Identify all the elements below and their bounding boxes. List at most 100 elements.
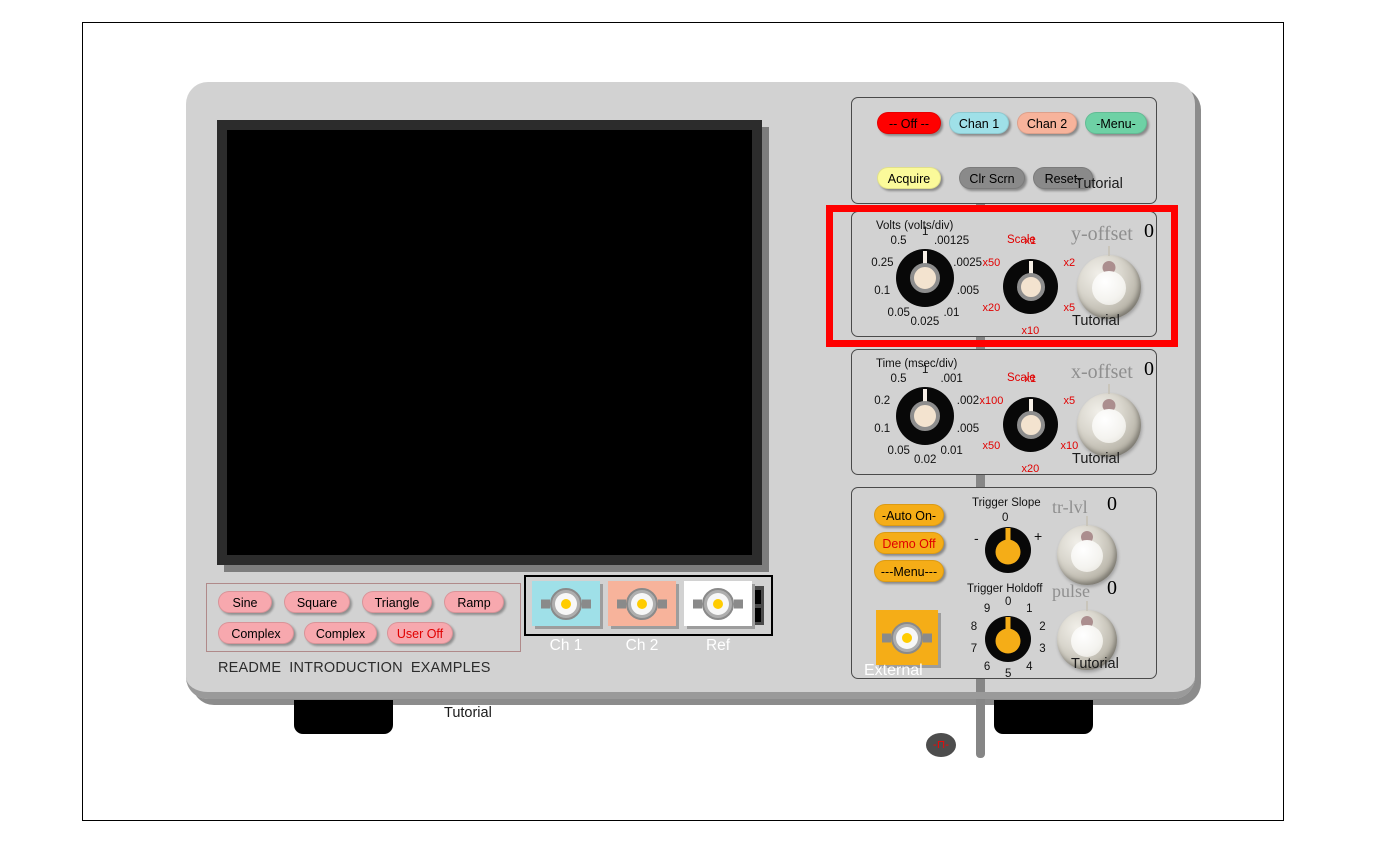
external-label: External xyxy=(864,662,923,679)
x-offset-stem xyxy=(1108,384,1110,394)
bnc-connector-icon xyxy=(617,584,667,624)
bnc-ch2-label: Ch 2 xyxy=(625,637,659,654)
foot-left xyxy=(294,700,393,734)
trigger-holdoff-knob[interactable] xyxy=(985,616,1031,662)
pulse-shape-button[interactable]: -⊓- xyxy=(926,733,956,757)
bnc-slot-icon xyxy=(751,586,764,625)
tick-label: 0.1 xyxy=(874,422,891,435)
triangle-button[interactable]: Triangle xyxy=(362,591,432,613)
pulse-stem xyxy=(1086,601,1088,611)
bnc-connector-icon xyxy=(693,584,743,624)
tick-label: .005 xyxy=(956,422,980,435)
demo-off-button[interactable]: Demo Off xyxy=(874,532,944,554)
page-root: Sine Square Triangle Ramp Complex Complex Use… xyxy=(0,0,1395,846)
trigger-slope-knob[interactable] xyxy=(985,527,1031,573)
bnc-ref-label: Ref xyxy=(705,637,731,654)
tr-lvl-cap xyxy=(1071,540,1103,573)
user-off-button[interactable]: User Off xyxy=(387,622,453,644)
highlight-rectangle xyxy=(826,205,1178,347)
doc-link-readme[interactable]: README xyxy=(218,660,281,676)
control-tutorial-link[interactable]: Tutorial xyxy=(1075,176,1123,192)
tick-label: 0.2 xyxy=(874,395,891,408)
external-bnc-connector xyxy=(882,618,932,658)
menu-button[interactable]: -Menu- xyxy=(1085,112,1147,134)
waveform-tutorial-link[interactable]: Tutorial xyxy=(444,705,492,721)
tick-label: 0 xyxy=(1005,596,1012,608)
tr-lvl-knob[interactable] xyxy=(1057,516,1117,585)
complex-1-button[interactable]: Complex xyxy=(218,622,294,644)
trigger-tutorial-link[interactable]: Tutorial xyxy=(1071,656,1119,672)
ramp-button[interactable]: Ramp xyxy=(444,591,504,613)
tick-label: 2 xyxy=(1039,620,1046,633)
doc-links: README INTRODUCTION EXAMPLES xyxy=(218,660,499,676)
bnc-ref[interactable] xyxy=(684,581,752,626)
trigger-panel: -Auto On- Demo Off ---Menu--- External Tri… xyxy=(851,487,1157,680)
tick-label: 0.01 xyxy=(940,445,963,458)
tick-label: 6 xyxy=(983,661,991,674)
bnc-ch1-label: Ch 1 xyxy=(549,637,583,654)
tick-label: x20 xyxy=(1021,462,1040,475)
time-knob-hub xyxy=(910,401,940,431)
external-bnc-plate[interactable] xyxy=(876,610,938,665)
time-scale-knob[interactable] xyxy=(1003,397,1058,452)
tick-label: 0.5 xyxy=(890,372,907,385)
doc-link-introduction[interactable]: INTRODUCTION xyxy=(289,660,403,676)
tick-label: 9 xyxy=(983,602,991,615)
foot-right xyxy=(994,700,1093,734)
time-scale-hub xyxy=(1016,410,1045,439)
time-knob[interactable] xyxy=(896,387,954,445)
crt-screen[interactable] xyxy=(227,130,752,555)
trigger-slope-hub xyxy=(995,539,1021,565)
tick-label: 8 xyxy=(970,620,978,633)
trigger-slope-minus: - xyxy=(974,530,979,546)
tick-label: x50 xyxy=(982,440,1001,452)
time-tutorial-link[interactable]: Tutorial xyxy=(1072,451,1120,467)
tick-label: 4 xyxy=(1026,661,1033,674)
time-title: Time (msec/div) xyxy=(876,358,958,370)
tick-label: x100 xyxy=(979,395,1004,407)
x-offset-label: x-offset xyxy=(1071,361,1133,383)
tick-label: 7 xyxy=(970,643,978,656)
complex-2-button[interactable]: Complex xyxy=(304,622,377,644)
tr-lvl-stem xyxy=(1086,516,1088,526)
trigger-slope-title: Trigger Slope xyxy=(972,497,1041,509)
acquire-button[interactable]: Acquire xyxy=(877,167,941,189)
tick-label: x1 xyxy=(1024,372,1037,385)
tr-lvl-label: tr-lvl xyxy=(1052,497,1088,517)
bnc-ch2[interactable] xyxy=(608,581,676,626)
tick-label: 3 xyxy=(1039,643,1046,656)
control-panel: -- Off -- Chan 1 Chan 2 -Menu- Acquire Clr S… xyxy=(851,97,1157,204)
doc-link-examples[interactable]: EXAMPLES xyxy=(411,660,491,676)
crt-bezel xyxy=(217,120,762,565)
tick-label: 1 xyxy=(922,364,929,376)
bnc-connector-icon xyxy=(541,584,591,624)
bnc-ch1[interactable] xyxy=(532,581,600,626)
pulse-value: 0 xyxy=(1107,577,1117,599)
tick-label: x5 xyxy=(1063,395,1076,407)
tick-label: 1 xyxy=(1026,602,1033,615)
time-panel: Time (msec/div) 1 .001 .002 .005 0.01 0.02 0.0… xyxy=(851,349,1157,475)
pulse-cap xyxy=(1071,625,1103,658)
chan-2-button[interactable]: Chan 2 xyxy=(1017,112,1077,134)
clear-screen-button[interactable]: Clr Scrn xyxy=(959,167,1025,189)
tick-label: .001 xyxy=(940,372,963,385)
trigger-holdoff-hub xyxy=(995,628,1021,654)
tick-label: 0.05 xyxy=(887,445,910,458)
x-offset-cap xyxy=(1092,409,1126,444)
tick-label: 0.02 xyxy=(914,454,937,466)
pulse-label: pulse xyxy=(1052,581,1090,601)
x-offset-knob[interactable] xyxy=(1077,384,1141,457)
tick-label: .002 xyxy=(956,395,980,408)
power-off-button[interactable]: -- Off -- xyxy=(877,112,941,134)
auto-on-button[interactable]: -Auto On- xyxy=(874,504,944,526)
chan-1-button[interactable]: Chan 1 xyxy=(949,112,1009,134)
oscilloscope-body: Sine Square Triangle Ramp Complex Complex Use… xyxy=(186,82,1195,758)
trigger-holdoff-title: Trigger Holdoff xyxy=(967,583,1043,595)
trigger-slope-value: 0 xyxy=(1002,512,1009,524)
sine-button[interactable]: Sine xyxy=(218,591,272,613)
trigger-slope-plus: + xyxy=(1034,528,1043,544)
trigger-menu-button[interactable]: ---Menu--- xyxy=(874,560,944,582)
tr-lvl-value: 0 xyxy=(1107,493,1117,515)
tick-label: 5 xyxy=(1005,668,1012,680)
square-button[interactable]: Square xyxy=(284,591,350,613)
